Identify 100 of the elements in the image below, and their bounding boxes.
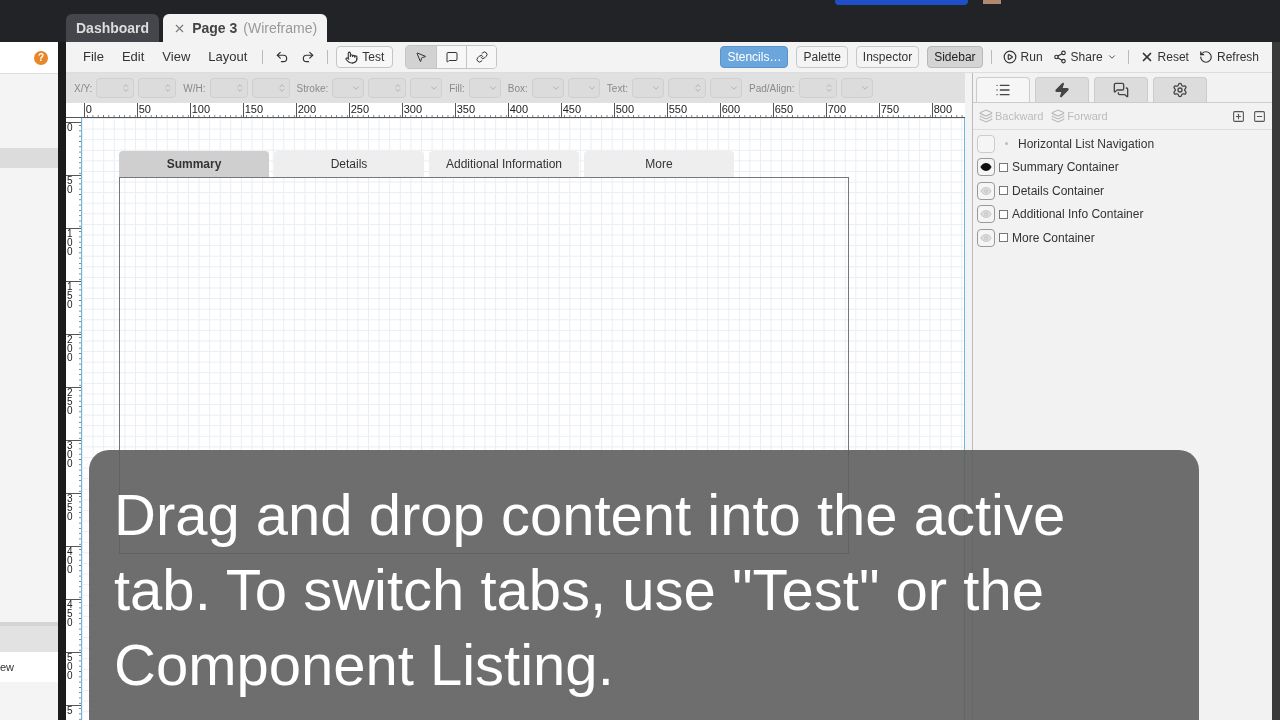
stepper-icon (692, 83, 703, 93)
caret-icon (429, 83, 440, 93)
menu-item[interactable]: Layout (201, 47, 255, 67)
panel-header (0, 622, 58, 652)
ruler-mark: 5 (66, 705, 81, 720)
ruler-mark: 100 (66, 228, 81, 281)
page-tab[interactable]: Page 3 (Wireframe) (163, 14, 328, 42)
property-label: X/Y: (74, 81, 93, 96)
ruler-mark: 550 (666, 103, 720, 117)
tab-subtitle: (Wireframe) (243, 18, 318, 38)
settings-icon (1172, 82, 1188, 98)
panel-button[interactable]: Sidebar (927, 46, 983, 68)
ruler-mark: 500 (613, 103, 667, 117)
layer-item[interactable]: Details Container (1012, 181, 1105, 200)
avatar-icon (983, 0, 1001, 4)
ruler-mark: 300 (66, 440, 81, 493)
eye-icon (980, 161, 992, 174)
layer-checkbox[interactable] (999, 186, 1008, 196)
layer-item[interactable]: Additional Info Container (1012, 205, 1144, 224)
scrollbar[interactable] (1272, 42, 1280, 720)
inspector-tab[interactable] (1094, 77, 1148, 102)
collapse-icon[interactable] (1253, 109, 1266, 123)
ruler-mark: 350 (454, 103, 508, 117)
inspector-tab[interactable] (1035, 77, 1089, 102)
lightning-icon (1054, 82, 1070, 98)
caret-icon (351, 83, 362, 93)
layer-checkbox[interactable] (999, 209, 1008, 219)
refresh-button[interactable]: Refresh (1195, 48, 1262, 66)
stepper-icon (393, 83, 404, 93)
tab-title: Page 3 (192, 18, 238, 38)
test-button[interactable]: Test (336, 46, 394, 68)
share-icon (1052, 50, 1067, 64)
wireframe-tab[interactable]: Details (274, 151, 424, 177)
ruler-mark: 300 (401, 103, 455, 117)
run-button[interactable]: Run (999, 48, 1046, 66)
property-label: Fill: (449, 81, 465, 96)
reset-button[interactable]: Reset (1136, 48, 1192, 66)
visibility-toggle[interactable] (977, 228, 995, 247)
caret-icon (1106, 52, 1117, 62)
share-button[interactable]: Share (1049, 48, 1120, 66)
stepper-icon (823, 83, 834, 93)
visibility-toggle[interactable] (977, 205, 995, 224)
list-icon (995, 82, 1011, 98)
expand-icon[interactable] (1232, 109, 1245, 123)
layer-item[interactable]: Horizontal List Navigation (1018, 134, 1155, 153)
layer-item[interactable]: More Container (1012, 228, 1095, 247)
ruler-mark: 600 (719, 103, 773, 117)
layer-item[interactable]: Summary Container (1012, 158, 1119, 177)
visibility-toggle[interactable] (977, 134, 995, 153)
stepper-icon (276, 83, 287, 93)
ruler-mark: 250 (348, 103, 402, 117)
wireframe-tab[interactable]: Additional Information (429, 151, 579, 177)
ruler-mark: 0 (66, 122, 81, 175)
stepper-icon (234, 83, 245, 93)
mode-button[interactable] (406, 46, 437, 68)
caret-icon (650, 83, 661, 93)
caret-icon (728, 83, 739, 93)
ruler-mark: 200 (66, 334, 81, 387)
property-label: Stroke: (296, 81, 329, 96)
menu-item[interactable]: View (155, 47, 198, 67)
menu-item[interactable]: Edit (114, 47, 152, 67)
link-icon (475, 51, 488, 63)
redo-icon[interactable] (301, 50, 316, 64)
wireframe-tab[interactable]: Summary (119, 151, 269, 177)
eye-icon (980, 208, 992, 221)
play-icon (1002, 50, 1017, 64)
layer-checkbox[interactable] (999, 162, 1008, 172)
mode-button[interactable] (436, 46, 467, 68)
ruler-mark: 250 (66, 387, 81, 440)
caret-icon (550, 83, 561, 93)
property-label: Box: (507, 81, 528, 96)
pointer-icon (415, 51, 428, 63)
caret-icon (586, 83, 597, 93)
ruler-mark: 450 (66, 599, 81, 652)
visibility-toggle[interactable] (977, 158, 995, 177)
property-label: Text: (606, 81, 628, 96)
panel-button[interactable]: Palette (796, 46, 848, 68)
layers-icon (979, 109, 993, 123)
hand-icon (345, 50, 359, 64)
inspector-tab[interactable] (1153, 77, 1207, 102)
inspector-tab[interactable] (976, 77, 1030, 102)
property-label: W/H: (183, 81, 206, 96)
undo-icon[interactable] (275, 50, 290, 64)
caret-icon (859, 83, 870, 93)
menu-item[interactable]: File (76, 47, 111, 67)
visibility-toggle[interactable] (977, 181, 995, 200)
ruler-mark: 750 (878, 103, 932, 117)
ruler-mark: 500 (66, 652, 81, 705)
ruler-mark: 350 (66, 493, 81, 546)
layer-checkbox[interactable] (999, 233, 1008, 243)
page-tab[interactable]: Dashboard (66, 14, 160, 42)
mode-button[interactable] (466, 46, 497, 68)
wireframe-tab[interactable]: More (584, 151, 734, 177)
stepper-icon (163, 83, 174, 93)
caret-icon (487, 83, 498, 93)
stepper-icon (121, 83, 132, 93)
panel-button[interactable]: Inspector (855, 46, 920, 68)
tab-title: Dashboard (76, 18, 150, 38)
ruler-mark: 450 (560, 103, 614, 117)
property-label: Pad/Align: (748, 81, 795, 96)
